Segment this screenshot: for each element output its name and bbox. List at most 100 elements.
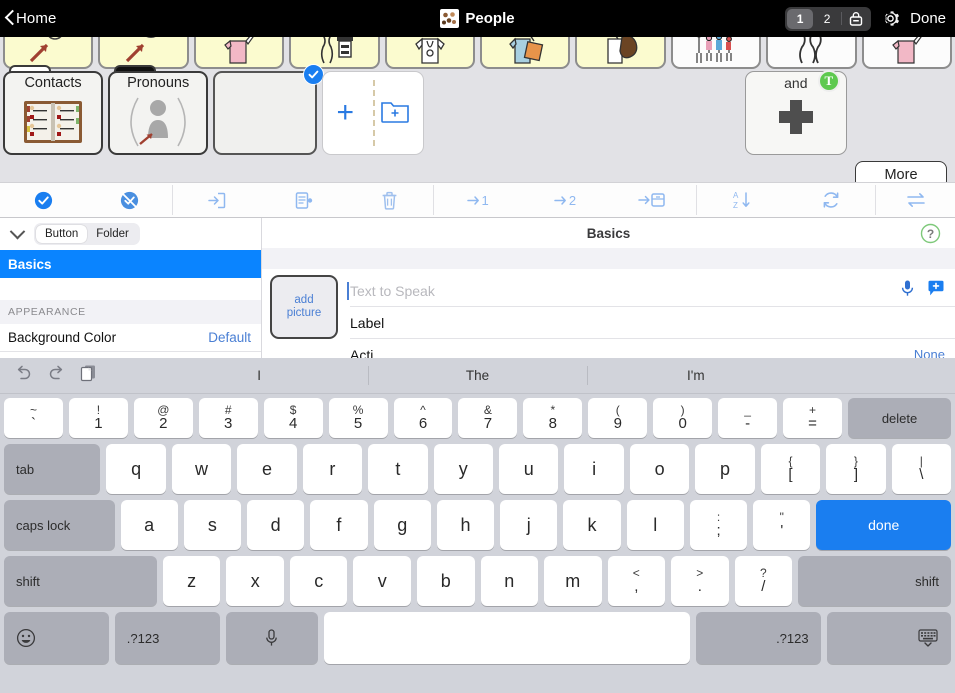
key-j[interactable]: j bbox=[500, 500, 558, 550]
sidebar-item-basics[interactable]: Basics bbox=[0, 250, 261, 278]
key-backtick[interactable]: ~ ` bbox=[4, 398, 63, 438]
key-4[interactable]: $4 bbox=[263, 398, 323, 438]
key-u[interactable]: u bbox=[499, 444, 559, 494]
key-q[interactable]: q bbox=[106, 444, 166, 494]
key-p[interactable]: p bbox=[695, 444, 755, 494]
key-k[interactable]: k bbox=[563, 500, 621, 550]
key-e[interactable]: e bbox=[237, 444, 297, 494]
back-to-home-button[interactable]: Home bbox=[5, 10, 56, 27]
key-done[interactable]: done bbox=[816, 500, 951, 550]
help-circle-icon[interactable]: ? bbox=[920, 223, 941, 247]
key-d[interactable]: d bbox=[247, 500, 305, 550]
key-delete[interactable]: delete bbox=[847, 398, 952, 438]
key-r[interactable]: r bbox=[302, 444, 363, 494]
key-y[interactable]: y bbox=[433, 444, 494, 494]
key-bracket-left[interactable]: {[ bbox=[760, 444, 821, 494]
key-w[interactable]: w bbox=[171, 444, 232, 494]
key-5[interactable]: % 5 bbox=[328, 398, 388, 438]
key-c[interactable]: c bbox=[289, 556, 348, 606]
key-s[interactable]: s bbox=[183, 500, 242, 550]
key-8[interactable]: * 8 bbox=[523, 398, 583, 438]
key-shift-left[interactable]: shift bbox=[4, 556, 157, 606]
gear-icon[interactable] bbox=[880, 8, 901, 29]
key-tab[interactable]: tab bbox=[4, 444, 101, 494]
suggestion-item[interactable]: I bbox=[150, 358, 368, 393]
key-hyphen[interactable]: _ - bbox=[718, 398, 778, 438]
key-comma[interactable]: <, bbox=[607, 556, 666, 606]
key-space[interactable] bbox=[324, 612, 691, 664]
grid-folder-pronouns[interactable]: Pronouns bbox=[108, 65, 209, 155]
move-to-page-2-button[interactable]: 2 bbox=[521, 183, 608, 217]
key-backslash[interactable]: | \ bbox=[891, 444, 952, 494]
move-to-storage-button[interactable] bbox=[609, 183, 696, 217]
move-to-page-1-button[interactable]: 1 bbox=[434, 183, 521, 217]
key-v[interactable]: v bbox=[353, 556, 411, 606]
key-x[interactable]: x bbox=[226, 556, 284, 606]
grid-cell-and[interactable]: and T bbox=[744, 70, 847, 155]
setting-value-background-color[interactable]: Default bbox=[208, 330, 251, 345]
key-l[interactable]: l bbox=[626, 500, 684, 550]
import-button[interactable] bbox=[173, 183, 260, 217]
page-2-button[interactable]: 2 bbox=[814, 9, 840, 29]
key-semicolon[interactable]: :; bbox=[689, 500, 748, 550]
key-7[interactable]: & 7 bbox=[458, 398, 518, 438]
page-segmented-control[interactable]: 1 2 bbox=[785, 6, 872, 31]
key-quote[interactable]: " ' bbox=[753, 500, 811, 550]
suggestion-item[interactable]: The bbox=[368, 358, 586, 393]
key-a[interactable]: a bbox=[120, 500, 178, 550]
setting-row-background-color[interactable]: Background Color Default bbox=[0, 324, 261, 352]
action-field[interactable]: Acti None bbox=[350, 339, 955, 359]
undo-arrow-icon[interactable] bbox=[14, 365, 33, 386]
key-3[interactable]: #3 bbox=[198, 398, 258, 438]
key-slash[interactable]: ? / bbox=[734, 556, 793, 606]
delete-button[interactable] bbox=[346, 183, 433, 217]
key-6[interactable]: ^ 6 bbox=[393, 398, 453, 438]
add-picture-button[interactable]: add picture bbox=[270, 275, 338, 339]
suggestion-item[interactable]: I'm bbox=[586, 358, 805, 393]
paste-clipboard-icon[interactable] bbox=[80, 364, 97, 387]
done-button[interactable]: Done bbox=[910, 10, 946, 27]
add-button-plus-icon[interactable]: + bbox=[336, 98, 354, 128]
sort-button[interactable]: A Z bbox=[697, 183, 786, 217]
key-i[interactable]: i bbox=[564, 444, 624, 494]
add-folder-icon[interactable] bbox=[380, 98, 410, 129]
key-numeric-right[interactable]: .?123 bbox=[696, 612, 821, 664]
grid-cell-add-new[interactable]: + bbox=[322, 71, 425, 155]
key-hide-keyboard[interactable] bbox=[826, 612, 951, 664]
key-bracket-right[interactable]: }] bbox=[826, 444, 886, 494]
tab-button-type[interactable]: Button bbox=[36, 225, 88, 243]
key-period[interactable]: >. bbox=[671, 556, 729, 606]
key-9[interactable]: (9 bbox=[588, 398, 648, 438]
text-to-speak-field[interactable]: Text to Speak bbox=[347, 275, 955, 307]
type-toggle[interactable]: Button Folder bbox=[34, 223, 140, 245]
key-dictation[interactable] bbox=[225, 612, 319, 664]
grid-cell-empty-selected[interactable] bbox=[213, 64, 325, 155]
tab-folder-type[interactable]: Folder bbox=[87, 225, 138, 243]
key-caps-lock[interactable]: caps lock bbox=[4, 500, 115, 550]
redo-arrow-icon[interactable] bbox=[47, 365, 66, 386]
microphone-icon[interactable] bbox=[900, 279, 915, 302]
grid-folder-contacts[interactable]: Contacts bbox=[3, 65, 104, 155]
key-o[interactable]: o bbox=[629, 444, 690, 494]
copy-to-button[interactable] bbox=[260, 183, 347, 217]
key-m[interactable]: m bbox=[544, 556, 602, 606]
key-t[interactable]: t bbox=[368, 444, 428, 494]
key-2[interactable]: @2 bbox=[133, 398, 193, 438]
swap-button[interactable] bbox=[876, 183, 955, 217]
key-shift-right[interactable]: shift bbox=[798, 556, 951, 606]
speech-bubble-plus-icon[interactable] bbox=[927, 280, 945, 302]
refresh-button[interactable] bbox=[786, 183, 875, 217]
key-numeric-left[interactable]: .?123 bbox=[114, 612, 220, 664]
select-all-button[interactable] bbox=[0, 183, 86, 217]
key-equals[interactable]: + = bbox=[783, 398, 842, 438]
page-1-button[interactable]: 1 bbox=[787, 8, 814, 29]
key-g[interactable]: g bbox=[373, 500, 431, 550]
deselect-all-button[interactable] bbox=[86, 183, 172, 217]
lock-button[interactable] bbox=[843, 9, 869, 29]
label-field[interactable]: Label bbox=[350, 307, 955, 339]
key-1[interactable]: ! 1 bbox=[68, 398, 128, 438]
collapse-panel-button[interactable] bbox=[0, 223, 34, 240]
key-f[interactable]: f bbox=[310, 500, 368, 550]
key-h[interactable]: h bbox=[436, 500, 495, 550]
key-z[interactable]: z bbox=[162, 556, 221, 606]
